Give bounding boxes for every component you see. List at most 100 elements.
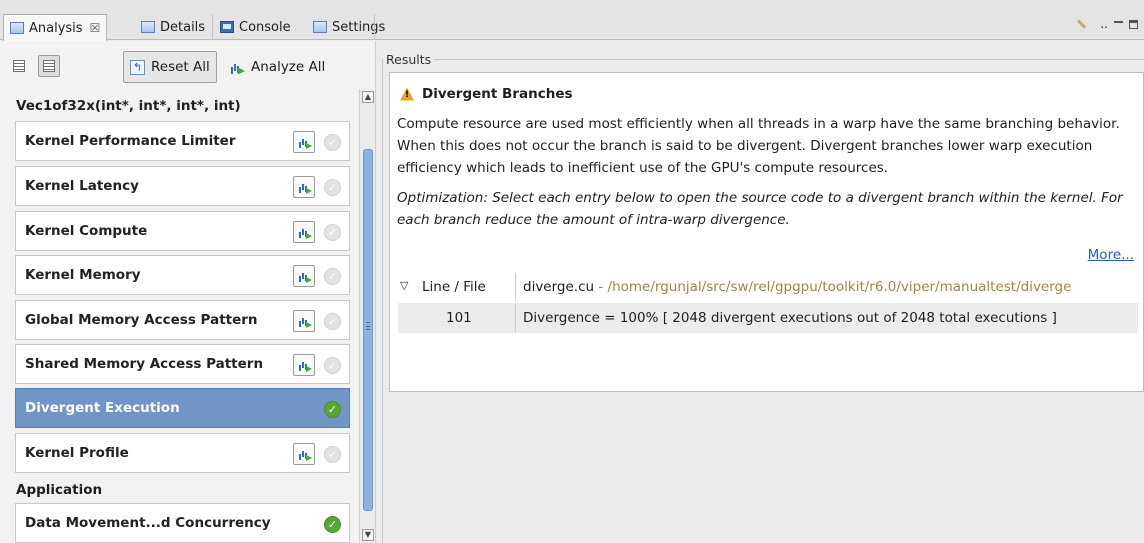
analysis-item-kernel-compute[interactable]: Kernel Compute ✓ <box>15 211 350 251</box>
analyze-chart-icon <box>230 60 245 75</box>
analysis-panel: ↰ Reset All Analyze All Vec1of32x(int*, … <box>0 41 376 543</box>
tab-console[interactable]: Console <box>214 14 297 40</box>
analysis-item-label: Kernel Memory <box>25 267 141 283</box>
more-link[interactable]: More... <box>1088 247 1134 263</box>
analyze-all-button[interactable]: Analyze All <box>223 51 332 83</box>
analysis-item-kernel-memory[interactable]: Kernel Memory ✓ <box>15 255 350 295</box>
analysis-item-kernel-performance-limiter[interactable]: Kernel Performance Limiter ✓ <box>15 121 350 161</box>
list-view-icon <box>43 60 55 72</box>
analyze-chart-icon <box>298 226 311 238</box>
application-group-title: Application <box>16 482 103 498</box>
analyze-chart-icon <box>298 359 311 371</box>
incomplete-check-icon: ✓ <box>324 268 341 285</box>
results-group-border <box>422 59 1144 60</box>
tab-analysis-label: Analysis <box>29 20 83 36</box>
incomplete-check-icon: ✓ <box>324 179 341 196</box>
result-title-text: Divergent Branches <box>422 86 573 102</box>
incomplete-check-icon: ✓ <box>324 224 341 241</box>
analysis-item-label: Global Memory Access Pattern <box>25 312 258 328</box>
tab-details[interactable]: Details <box>135 14 211 40</box>
analysis-view-icon <box>10 22 24 34</box>
analysis-item-label: Kernel Performance Limiter <box>25 133 236 149</box>
settings-view-icon <box>313 21 327 33</box>
reset-all-button[interactable]: ↰ Reset All <box>123 51 217 83</box>
warning-icon <box>400 88 414 101</box>
run-analysis-button[interactable] <box>293 176 315 198</box>
kernel-group-title: Vec1of32x(int*, int*, int*, int) <box>16 98 241 114</box>
expand-triangle-icon[interactable]: ▽ <box>400 279 408 292</box>
analysis-item-global-memory-access-pattern[interactable]: Global Memory Access Pattern ✓ <box>15 300 350 340</box>
result-title: Divergent Branches <box>400 86 573 102</box>
view-menu-ellipsis[interactable]: .. <box>1100 17 1108 31</box>
analysis-item-label: Kernel Profile <box>25 445 129 461</box>
analysis-item-shared-memory-access-pattern[interactable]: Shared Memory Access Pattern ✓ <box>15 344 350 384</box>
maximize-icon[interactable] <box>1129 19 1138 29</box>
analysis-scrollbar[interactable]: ▲ ▼ <box>359 89 375 543</box>
incomplete-check-icon: ✓ <box>324 446 341 463</box>
reset-all-label: Reset All <box>151 59 210 75</box>
complete-check-icon: ✓ <box>324 516 341 533</box>
column-divider <box>515 273 516 301</box>
source-file-name: diverge.cu <box>523 279 595 295</box>
analyze-chart-icon <box>298 315 311 327</box>
reset-icon: ↰ <box>130 59 145 75</box>
tab-analysis[interactable]: Analysis ☒ <box>3 14 108 41</box>
analysis-item-label: Kernel Compute <box>25 223 148 239</box>
incomplete-check-icon: ✓ <box>324 134 341 151</box>
analyze-chart-icon <box>298 448 311 460</box>
window-controls: .. <box>1078 16 1138 32</box>
run-analysis-button[interactable] <box>293 265 315 287</box>
line-number: 101 <box>446 310 472 326</box>
view-tab-bar: Analysis ☒ Details Console Settings .. <box>0 0 1144 41</box>
console-view-icon <box>220 21 234 33</box>
result-description: Compute resource are used most efficient… <box>397 116 1120 176</box>
run-analysis-button[interactable] <box>293 221 315 243</box>
grip-icon <box>366 322 370 330</box>
run-analysis-button[interactable] <box>293 354 315 376</box>
source-file-path: - /home/rgunjal/src/sw/rel/gpgpu/toolkit… <box>594 279 1072 295</box>
run-analysis-button[interactable] <box>293 310 315 332</box>
analysis-item-kernel-latency[interactable]: Kernel Latency ✓ <box>15 166 350 206</box>
column-divider <box>515 303 516 333</box>
analysis-item-label: Data Movement...d Concurrency <box>25 515 271 531</box>
guided-view-button[interactable] <box>38 55 60 77</box>
run-analysis-button[interactable] <box>293 443 315 465</box>
complete-check-icon: ✓ <box>324 401 341 418</box>
analysis-item-divergent-execution[interactable]: Divergent Execution ✓ <box>15 388 350 428</box>
scrollbar-thumb[interactable] <box>363 149 373 511</box>
tab-console-label: Console <box>239 19 291 35</box>
analyze-chart-icon <box>298 136 311 148</box>
result-optimization: Optimization: Select each entry below to… <box>397 190 1123 228</box>
tab-settings-label: Settings <box>332 19 386 35</box>
scroll-down-icon[interactable]: ▼ <box>362 529 374 541</box>
run-analysis-button[interactable] <box>293 131 315 153</box>
analysis-item-label: Kernel Latency <box>25 178 139 194</box>
brush-icon[interactable] <box>1078 16 1094 32</box>
table-row[interactable]: 101 Divergence = 100% [ 2048 divergent e… <box>398 303 1138 333</box>
line-file-column-header: Line / File <box>422 279 486 295</box>
scroll-up-icon[interactable]: ▲ <box>362 91 374 103</box>
tab-divider <box>212 14 213 40</box>
tab-settings[interactable]: Settings <box>307 14 391 40</box>
incomplete-check-icon: ✓ <box>324 357 341 374</box>
analysis-toolbar: ↰ Reset All Analyze All <box>0 41 376 87</box>
results-table-header[interactable]: ▽ Line / File diverge.cu - /home/rgunjal… <box>398 273 1138 301</box>
analysis-item-data-movement-concurrency[interactable]: Data Movement...d Concurrency ✓ <box>15 503 350 543</box>
list-view-icon <box>13 60 25 72</box>
divergence-message: Divergence = 100% [ 2048 divergent execu… <box>523 310 1057 326</box>
analysis-item-kernel-profile[interactable]: Kernel Profile ✓ <box>15 433 350 473</box>
analyze-all-label: Analyze All <box>251 59 326 75</box>
close-tab-icon[interactable]: ☒ <box>90 21 101 35</box>
unguided-view-button[interactable] <box>8 55 30 77</box>
details-view-icon <box>141 21 155 33</box>
analyze-chart-icon <box>298 270 311 282</box>
results-group-label: Results <box>386 52 435 67</box>
incomplete-check-icon: ✓ <box>324 313 341 330</box>
analysis-item-label: Divergent Execution <box>25 400 180 416</box>
tab-details-label: Details <box>160 19 206 35</box>
analysis-item-label: Shared Memory Access Pattern <box>25 356 264 372</box>
source-file-entry[interactable]: diverge.cu - /home/rgunjal/src/sw/rel/gp… <box>523 279 1071 295</box>
minimize-icon[interactable] <box>1114 21 1123 23</box>
results-panel: Divergent Branches Compute resource are … <box>389 72 1144 392</box>
results-group-border <box>382 59 383 543</box>
